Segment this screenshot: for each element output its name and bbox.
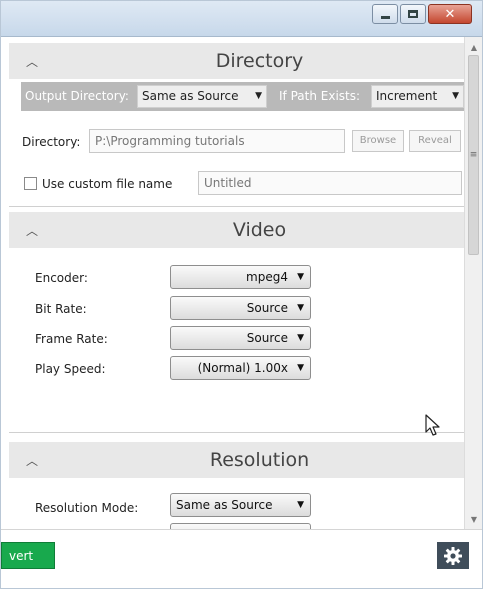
browse-button[interactable]: Browse [352, 130, 404, 152]
if-path-exists-value: Increment [376, 89, 438, 103]
video-section-title: Video [232, 219, 287, 241]
directory-section-header[interactable]: ︿ Directory [9, 43, 464, 79]
triangle-down-icon: ▼ [255, 91, 262, 101]
resolution-mode-value: Same as Source [176, 498, 273, 512]
frame-rate-label: Frame Rate: [35, 332, 108, 346]
grip-icon: ≡ [469, 149, 478, 160]
title-bar[interactable]: ✕ [1, 1, 482, 37]
encoder-value: mpeg4 [246, 270, 288, 284]
video-section-header[interactable]: ︿ Video [9, 212, 464, 248]
if-path-exists-label: If Path Exists: [279, 89, 361, 103]
maximize-button[interactable] [400, 4, 426, 24]
play-speed-dropdown[interactable]: (Normal) 1.00x ▼ [170, 356, 311, 380]
play-speed-label: Play Speed: [35, 362, 106, 376]
resolution-mode-dropdown[interactable]: Same as Source ▼ [170, 493, 311, 517]
gear-icon [444, 546, 462, 565]
triangle-down-icon: ▼ [297, 500, 304, 510]
custom-file-name-label: Use custom file name [42, 177, 173, 191]
vertical-scrollbar[interactable]: ▲ ≡ ▼ [464, 37, 482, 529]
directory-field[interactable]: P:\Programming tutorials [89, 129, 345, 153]
minimize-button[interactable] [372, 4, 398, 24]
scroll-down-icon[interactable]: ▼ [465, 511, 482, 527]
mouse-cursor-icon [425, 414, 440, 436]
play-speed-value: (Normal) 1.00x [197, 361, 288, 375]
resolution-mode-label: Resolution Mode: [35, 501, 139, 515]
triangle-down-icon: ▼ [297, 363, 304, 373]
settings-button[interactable] [437, 542, 469, 569]
section-divider [9, 432, 464, 433]
converter-window: ✕ ︿ Directory Output Directory: Same as … [0, 0, 483, 589]
chevron-up-icon[interactable]: ︿ [9, 43, 55, 79]
triangle-down-icon: ▼ [452, 91, 459, 101]
output-directory-bar: Output Directory: Same as Source ▼ If Pa… [21, 82, 464, 111]
triangle-down-icon: ▼ [297, 272, 304, 282]
directory-section-title: Directory [215, 50, 304, 72]
close-button[interactable]: ✕ [428, 4, 472, 24]
resolution-section-title: Resolution [209, 449, 310, 471]
custom-file-name-field[interactable]: Untitled [198, 171, 462, 195]
chevron-up-icon[interactable]: ︿ [9, 212, 55, 248]
if-path-exists-dropdown[interactable]: Increment ▼ [371, 85, 464, 108]
footer-bar: vert [1, 529, 482, 588]
directory-label: Directory: [22, 135, 81, 149]
output-directory-label: Output Directory: [25, 89, 129, 103]
triangle-down-icon: ▼ [297, 303, 304, 313]
settings-panel: ︿ Directory Output Directory: Same as So… [9, 37, 464, 529]
bit-rate-value: Source [246, 301, 288, 315]
reveal-button[interactable]: Reveal [409, 130, 461, 152]
custom-file-name-checkbox[interactable] [24, 177, 37, 190]
encoder-dropdown[interactable]: mpeg4 ▼ [170, 265, 311, 289]
output-directory-dropdown[interactable]: Same as Source ▼ [137, 85, 267, 108]
convert-button[interactable]: vert [1, 542, 55, 569]
triangle-down-icon: ▼ [297, 333, 304, 343]
section-divider [9, 206, 464, 207]
window-controls: ✕ [370, 4, 472, 24]
scroll-up-icon[interactable]: ▲ [465, 39, 482, 55]
output-directory-value: Same as Source [142, 89, 239, 103]
maximize-icon [408, 10, 418, 18]
chevron-up-icon[interactable]: ︿ [9, 442, 55, 478]
bit-rate-dropdown[interactable]: Source ▼ [170, 296, 311, 320]
encoder-label: Encoder: [35, 271, 88, 285]
frame-rate-value: Source [246, 331, 288, 345]
close-icon: ✕ [444, 6, 456, 22]
frame-rate-dropdown[interactable]: Source ▼ [170, 326, 311, 350]
scrollbar-thumb[interactable]: ≡ [468, 55, 479, 255]
bit-rate-label: Bit Rate: [35, 302, 87, 316]
resolution-section-header[interactable]: ︿ Resolution [9, 442, 464, 478]
minimize-icon [380, 15, 390, 19]
